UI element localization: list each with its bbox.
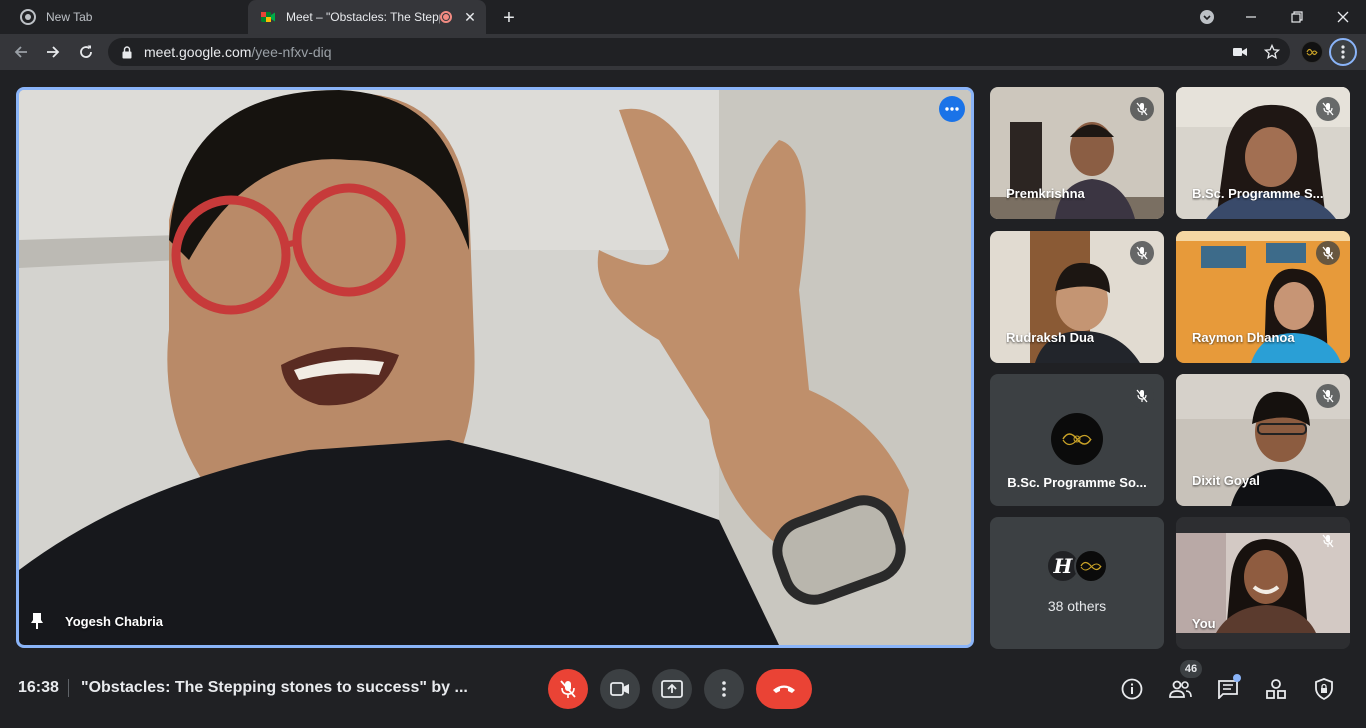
chrome-icon bbox=[20, 9, 36, 25]
mic-off-icon bbox=[1316, 384, 1340, 408]
restore-icon bbox=[1291, 11, 1303, 23]
chat-notification-dot bbox=[1233, 674, 1241, 682]
reload-icon bbox=[80, 45, 92, 58]
pin-icon[interactable] bbox=[27, 611, 47, 631]
participant-tile[interactable]: B.Sc. Programme S... bbox=[1176, 87, 1350, 219]
chevron-down-icon bbox=[1200, 10, 1214, 24]
lock-icon bbox=[122, 45, 132, 59]
tab-search-button[interactable] bbox=[1194, 4, 1220, 30]
profile-logo-icon bbox=[1306, 48, 1318, 56]
meeting-details-button[interactable] bbox=[1119, 676, 1145, 702]
divider bbox=[68, 679, 69, 697]
others-count: 38 others bbox=[1047, 598, 1107, 614]
forward-button[interactable] bbox=[40, 39, 66, 65]
more-options-button[interactable] bbox=[704, 669, 744, 709]
camera-icon[interactable] bbox=[1232, 44, 1248, 60]
meeting-clock: 16:38 bbox=[18, 679, 59, 696]
participant-name: Dixit Goyal bbox=[1192, 473, 1260, 488]
browser-menu-button[interactable] bbox=[1329, 38, 1357, 66]
people-icon bbox=[1169, 680, 1192, 698]
speaker-name: Yogesh Chabria bbox=[65, 613, 164, 629]
mic-off-icon bbox=[1130, 241, 1154, 265]
participant-name: B.Sc. Programme So... bbox=[1007, 475, 1147, 490]
avatar bbox=[1074, 549, 1108, 583]
more-vert-icon bbox=[1341, 45, 1345, 59]
mic-off-icon bbox=[1316, 97, 1340, 121]
address-bar[interactable]: meet.google.com /yee-nfxv-diq bbox=[108, 38, 1290, 66]
speaker-video bbox=[19, 90, 971, 645]
shield-lock-icon bbox=[1315, 678, 1333, 700]
arrow-left-icon bbox=[14, 46, 27, 58]
participant-tile[interactable]: B.Sc. Programme So... bbox=[990, 374, 1164, 506]
close-icon[interactable]: ✕ bbox=[460, 7, 480, 27]
chat-icon bbox=[1218, 680, 1238, 699]
more-vert-icon bbox=[722, 681, 726, 697]
society-logo-avatar bbox=[1051, 413, 1103, 465]
leave-call-button[interactable] bbox=[756, 669, 812, 709]
close-icon bbox=[1337, 11, 1349, 23]
more-horiz-icon bbox=[945, 107, 959, 111]
tab-new-tab[interactable]: New Tab bbox=[8, 0, 246, 34]
browser-toolbar: meet.google.com /yee-nfxv-diq bbox=[0, 34, 1366, 70]
info-icon bbox=[1121, 678, 1143, 700]
profile-avatar[interactable] bbox=[1301, 41, 1323, 63]
browser-tab-strip: New Tab Meet – "Obstacles: The Stepping … bbox=[0, 0, 1366, 34]
arrow-right-icon bbox=[47, 46, 60, 58]
url-host: meet.google.com bbox=[144, 44, 252, 60]
logo-icon bbox=[1062, 433, 1092, 446]
microphone-toggle-button[interactable] bbox=[548, 669, 588, 709]
participant-tile[interactable]: Raymon Dhanoa bbox=[1176, 231, 1350, 363]
mic-off-icon bbox=[1316, 241, 1340, 265]
meet-icon bbox=[260, 9, 276, 25]
logo-icon bbox=[1080, 561, 1102, 571]
tab-meet[interactable]: Meet – "Obstacles: The Stepping ✕ bbox=[248, 0, 486, 34]
meeting-controls-bar: 16:38 "Obstacles: The Stepping stones to… bbox=[0, 648, 1366, 728]
url-path: /yee-nfxv-diq bbox=[251, 44, 332, 60]
camera-toggle-button[interactable] bbox=[600, 669, 640, 709]
mic-off-icon bbox=[560, 680, 576, 698]
videocam-icon bbox=[610, 682, 629, 696]
participant-tile[interactable]: Premkrishna bbox=[990, 87, 1164, 219]
tab-title: New Tab bbox=[46, 10, 93, 24]
main-speaker-tile[interactable]: Yogesh Chabria bbox=[16, 87, 974, 648]
new-tab-button[interactable]: + bbox=[498, 7, 520, 29]
window-close-button[interactable] bbox=[1330, 4, 1356, 30]
minimize-icon bbox=[1246, 16, 1256, 18]
recording-icon bbox=[440, 11, 452, 23]
people-button[interactable] bbox=[1167, 676, 1193, 702]
star-icon[interactable] bbox=[1264, 44, 1280, 60]
participant-name: You bbox=[1192, 616, 1216, 631]
self-view-tile[interactable]: You bbox=[1176, 517, 1350, 649]
participant-name: Premkrishna bbox=[1006, 186, 1085, 201]
meeting-title[interactable]: "Obstacles: The Stepping stones to succe… bbox=[81, 679, 468, 697]
host-controls-button[interactable] bbox=[1311, 676, 1337, 702]
others-tile[interactable]: H 38 others bbox=[990, 517, 1164, 649]
present-to-all-icon bbox=[661, 680, 683, 698]
minimize-button[interactable] bbox=[1238, 4, 1264, 30]
reload-button[interactable] bbox=[73, 39, 99, 65]
participant-tile[interactable]: Dixit Goyal bbox=[1176, 374, 1350, 506]
tab-title: Meet – "Obstacles: The Stepping bbox=[286, 10, 440, 24]
mic-off-icon bbox=[1130, 384, 1154, 408]
participant-name: Raymon Dhanoa bbox=[1192, 330, 1295, 345]
call-end-icon bbox=[773, 685, 795, 693]
mic-off-icon bbox=[1316, 529, 1340, 553]
participant-name: B.Sc. Programme S... bbox=[1192, 186, 1324, 201]
shapes-icon bbox=[1266, 679, 1286, 699]
back-button[interactable] bbox=[8, 39, 34, 65]
mic-off-icon bbox=[1130, 97, 1154, 121]
participant-count-badge: 46 bbox=[1180, 660, 1202, 678]
restore-button[interactable] bbox=[1284, 4, 1310, 30]
activities-button[interactable] bbox=[1263, 676, 1289, 702]
present-screen-button[interactable] bbox=[652, 669, 692, 709]
participant-tile[interactable]: Rudraksh Dua bbox=[990, 231, 1164, 363]
participant-name: Rudraksh Dua bbox=[1006, 330, 1095, 345]
main-speaker-label: Yogesh Chabria bbox=[27, 611, 163, 631]
others-avatar-stack: H bbox=[1046, 549, 1108, 583]
tile-more-options-button[interactable] bbox=[939, 96, 965, 122]
